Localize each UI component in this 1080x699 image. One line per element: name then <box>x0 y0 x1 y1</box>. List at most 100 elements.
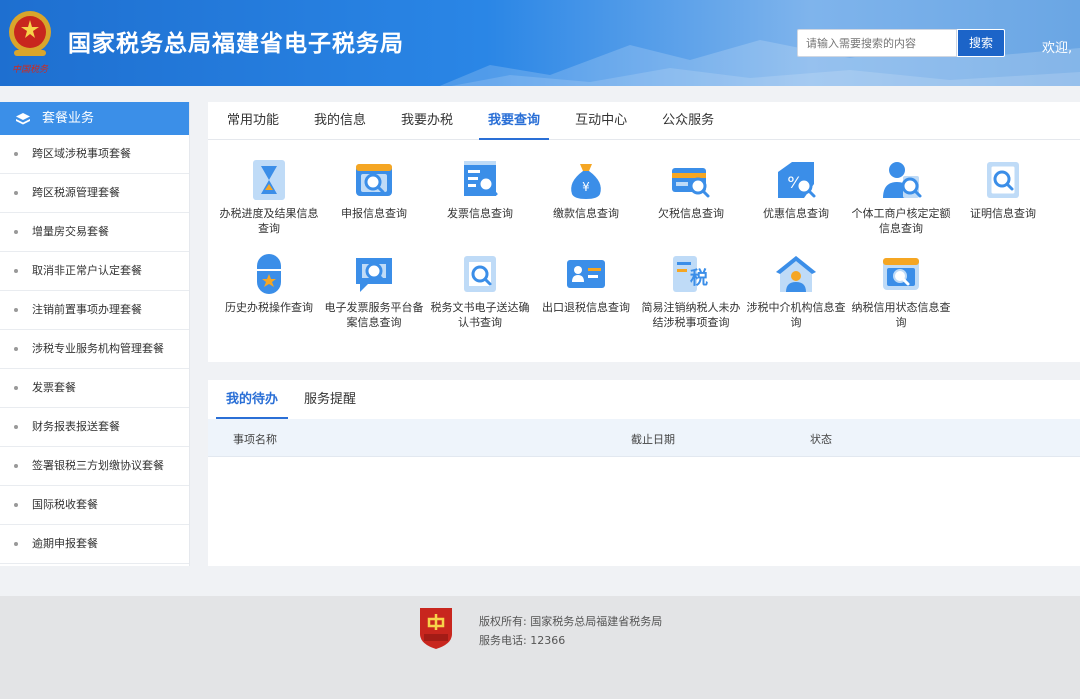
query-tile[interactable]: 证明信息查询 <box>953 158 1053 221</box>
query-tile-label: 办税进度及结果信息查询 <box>219 207 319 235</box>
sidebar-item[interactable]: 涉税专业服务机构管理套餐 <box>0 330 189 369</box>
sidebar-item-label: 跨区域涉税事项套餐 <box>32 147 131 160</box>
column-deadline: 截止日期 <box>631 433 675 446</box>
page-footer: 版权所有: 国家税务总局福建省税务局 服务电话: 12366 <box>0 596 1080 699</box>
sidebar-item[interactable]: 财务报表报送套餐 <box>0 408 189 447</box>
bullet-icon <box>14 269 18 273</box>
sidebar-item[interactable]: 注销前置事项办理套餐 <box>0 291 189 330</box>
sidebar-item-label: 逾期申报套餐 <box>32 537 98 550</box>
card-search-icon <box>672 168 710 198</box>
sidebar-item-label: 增量房交易套餐 <box>32 225 109 238</box>
query-tile-label: 简易注销纳税人未办结涉税事项查询 <box>641 301 741 329</box>
query-tile-label: 优惠信息查询 <box>763 207 829 220</box>
party-government-badge-icon <box>420 608 452 649</box>
bullet-icon <box>14 230 18 234</box>
todo-panel: 我的待办 服务提醒 事项名称 截止日期 状态 <box>208 380 1080 566</box>
site-header: 中国税务 国家税务总局福建省电子税务局 搜索 欢迎, <box>0 0 1080 86</box>
svg-text:中国税务: 中国税务 <box>12 64 49 75</box>
sidebar-item-label: 取消非正常户认定套餐 <box>32 264 142 277</box>
todo-tab-1[interactable]: 服务提醒 <box>294 380 366 419</box>
tab-3[interactable]: 我要查询 <box>479 102 550 140</box>
query-tile[interactable]: ¥ 缴款信息查询 <box>536 158 636 221</box>
query-tile[interactable]: 申报信息查询 <box>324 158 424 221</box>
tab-1[interactable]: 我的信息 <box>305 102 375 139</box>
sidebar-item[interactable]: 发票套餐 <box>0 369 189 408</box>
query-tile-label: 税务文书电子送达确认书查询 <box>430 301 530 329</box>
window-search-icon <box>883 258 919 290</box>
sidebar-list: 跨区域涉税事项套餐 跨区税源管理套餐 增量房交易套餐取消非正常户认定套餐 注销前置事项… <box>0 135 189 564</box>
search-button[interactable]: 搜索 <box>957 29 1005 57</box>
id-card-icon <box>567 260 605 288</box>
todo-tabs: 我的待办 服务提醒 <box>208 380 1080 419</box>
bullet-icon <box>14 464 18 468</box>
query-tile-label: 证明信息查询 <box>970 207 1036 220</box>
chat-search-icon <box>356 258 392 292</box>
query-tile[interactable]: % 优惠信息查询 <box>746 158 846 221</box>
tax-emblem-logo: 中国税务 <box>9 11 51 75</box>
tab-5[interactable]: 公众服务 <box>653 102 723 139</box>
tab-2[interactable]: 我要办税 <box>392 102 462 139</box>
query-tile[interactable]: 个体工商户核定定额信息查询 <box>851 158 951 236</box>
bullet-icon <box>14 542 18 546</box>
query-tile[interactable]: 涉税中介机构信息查询 <box>746 252 846 330</box>
column-status: 状态 <box>810 433 832 446</box>
browser-search-icon <box>356 164 392 196</box>
sidebar-item[interactable]: 国际税收套餐 <box>0 486 189 525</box>
query-tile[interactable]: 历史办税操作查询 <box>219 252 319 315</box>
bullet-icon <box>14 503 18 507</box>
query-tile-label: 个体工商户核定定额信息查询 <box>851 207 951 235</box>
sidebar-item[interactable]: 增量房交易套餐 <box>0 213 189 252</box>
query-tile[interactable]: 发票信息查询 <box>430 158 530 221</box>
sidebar-item[interactable]: 跨区域涉税事项套餐 <box>0 135 189 174</box>
query-tile-label: 欠税信息查询 <box>658 207 724 220</box>
footer-info: 版权所有: 国家税务总局福建省税务局 服务电话: 12366 <box>479 612 662 650</box>
svg-text:税: 税 <box>690 267 708 289</box>
sidebar-heading-label: 套餐业务 <box>42 111 95 126</box>
person-search-icon <box>883 162 922 198</box>
bullet-icon <box>14 152 18 156</box>
sidebar-item[interactable]: 跨区税源管理套餐 <box>0 174 189 213</box>
query-tile[interactable]: 办税进度及结果信息查询 <box>219 158 319 236</box>
tab-0[interactable]: 常用功能 <box>218 102 288 139</box>
sidebar-item[interactable]: 取消非正常户认定套餐 <box>0 252 189 291</box>
sidebar-heading: 套餐业务 <box>0 102 189 135</box>
sidebar-item-label: 跨区税源管理套餐 <box>32 186 120 199</box>
query-tile-label: 出口退税信息查询 <box>542 301 630 314</box>
query-tile-label: 申报信息查询 <box>341 207 407 220</box>
sidebar-item-label: 签署银税三方划缴协议套餐 <box>32 459 164 472</box>
document-search-icon <box>464 256 496 292</box>
query-tile[interactable]: 电子发票服务平台备案信息查询 <box>324 252 424 330</box>
query-tile[interactable]: 税简易注销纳税人未办结涉税事项查询 <box>641 252 741 330</box>
house-person-icon <box>776 256 816 292</box>
layers-icon <box>16 112 30 124</box>
query-tile-label: 缴款信息查询 <box>553 207 619 220</box>
hourglass-icon <box>253 160 285 200</box>
sidebar-item[interactable]: 逾期申报套餐 <box>0 525 189 564</box>
certificate-search-icon <box>987 162 1019 198</box>
query-panel: 常用功能 我的信息 我要办税 我要查询 互动中心 公众服务 办税进度及结果信息查询 申报信息… <box>208 102 1080 362</box>
bullet-icon <box>14 191 18 195</box>
sidebar-item-label: 注销前置事项办理套餐 <box>32 303 142 316</box>
bullet-icon <box>14 386 18 390</box>
todo-table-header: 事项名称 截止日期 状态 <box>208 419 1080 457</box>
query-tile[interactable]: 税务文书电子送达确认书查询 <box>430 252 530 330</box>
discount-tag-icon: % <box>778 162 816 198</box>
sidebar-item-label: 发票套餐 <box>32 381 76 394</box>
query-tile[interactable]: 欠税信息查询 <box>641 158 741 221</box>
query-tile-label: 发票信息查询 <box>447 207 513 220</box>
bullet-icon <box>14 425 18 429</box>
column-item-name: 事项名称 <box>233 433 277 446</box>
site-title: 国家税务总局福建省电子税务局 <box>68 31 404 57</box>
tax-document-icon: 税 <box>673 256 708 292</box>
tab-4[interactable]: 互动中心 <box>566 102 636 139</box>
search-input[interactable] <box>797 29 957 57</box>
sidebar-item[interactable]: 签署银税三方划缴协议套餐 <box>0 447 189 486</box>
package-sidebar: 套餐业务 跨区域涉税事项套餐 跨区税源管理套餐 增量房交易套餐取消非正常户认定套餐注… <box>0 102 190 566</box>
query-tile[interactable]: 纳税信用状态信息查询 <box>851 252 951 330</box>
money-bag-icon: ¥ <box>571 164 601 199</box>
svg-text:¥: ¥ <box>582 180 590 194</box>
welcome-text: 欢迎, <box>1042 41 1073 56</box>
query-tile[interactable]: 出口退税信息查询 <box>536 252 636 315</box>
todo-tab-0[interactable]: 我的待办 <box>216 380 289 419</box>
bullet-icon <box>14 308 18 312</box>
